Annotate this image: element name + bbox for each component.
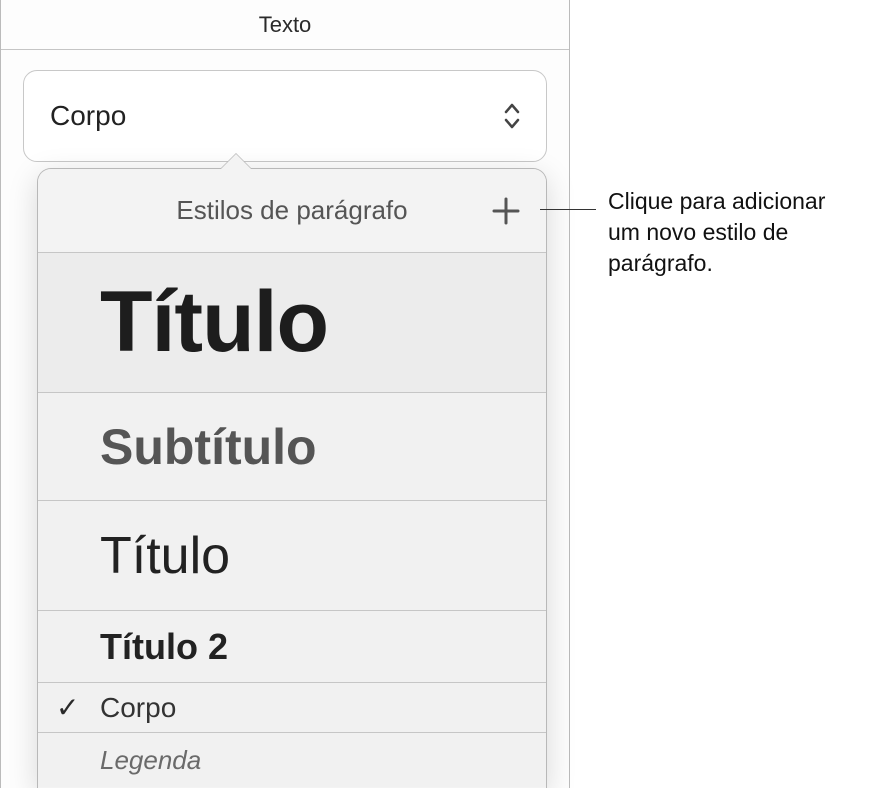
style-item-label: Corpo — [100, 692, 176, 724]
tab-text[interactable]: Texto — [1, 0, 569, 50]
callout-text: Clique para adicionar um novo estilo de … — [608, 186, 858, 279]
paragraph-styles-popover: Estilos de parágrafo Título Subtítulo Tí… — [37, 168, 547, 788]
style-item-label: Título 2 — [100, 626, 228, 668]
style-item-label: Legenda — [100, 745, 201, 776]
style-item-label: Título — [100, 273, 328, 372]
text-format-panel: Texto Corpo Estilos de parágrafo — [0, 0, 570, 788]
paragraph-style-select-wrap: Corpo — [1, 50, 569, 162]
paragraph-style-select-value: Corpo — [50, 100, 126, 132]
popover-header: Estilos de parágrafo — [38, 169, 546, 253]
style-item-subtitle[interactable]: Subtítulo — [38, 393, 546, 501]
plus-icon — [491, 196, 521, 226]
style-item-caption[interactable]: Legenda — [38, 733, 546, 787]
popover-caret — [221, 154, 251, 169]
style-item-label: Título — [100, 526, 230, 586]
style-item-heading[interactable]: Título — [38, 501, 546, 611]
paragraph-style-list: Título Subtítulo Título Título 2 ✓ Corpo… — [38, 253, 546, 787]
popover-title: Estilos de parágrafo — [176, 195, 407, 226]
style-item-title[interactable]: Título — [38, 253, 546, 393]
chevron-up-down-icon — [502, 102, 522, 130]
callout-leader-line — [540, 209, 596, 210]
paragraph-style-select[interactable]: Corpo — [23, 70, 547, 162]
style-item-body[interactable]: ✓ Corpo — [38, 683, 546, 733]
style-item-label: Subtítulo — [100, 418, 317, 476]
tab-text-label: Texto — [259, 12, 312, 38]
style-item-heading-2[interactable]: Título 2 — [38, 611, 546, 683]
checkmark-icon: ✓ — [56, 691, 79, 724]
add-style-button[interactable] — [486, 191, 526, 231]
